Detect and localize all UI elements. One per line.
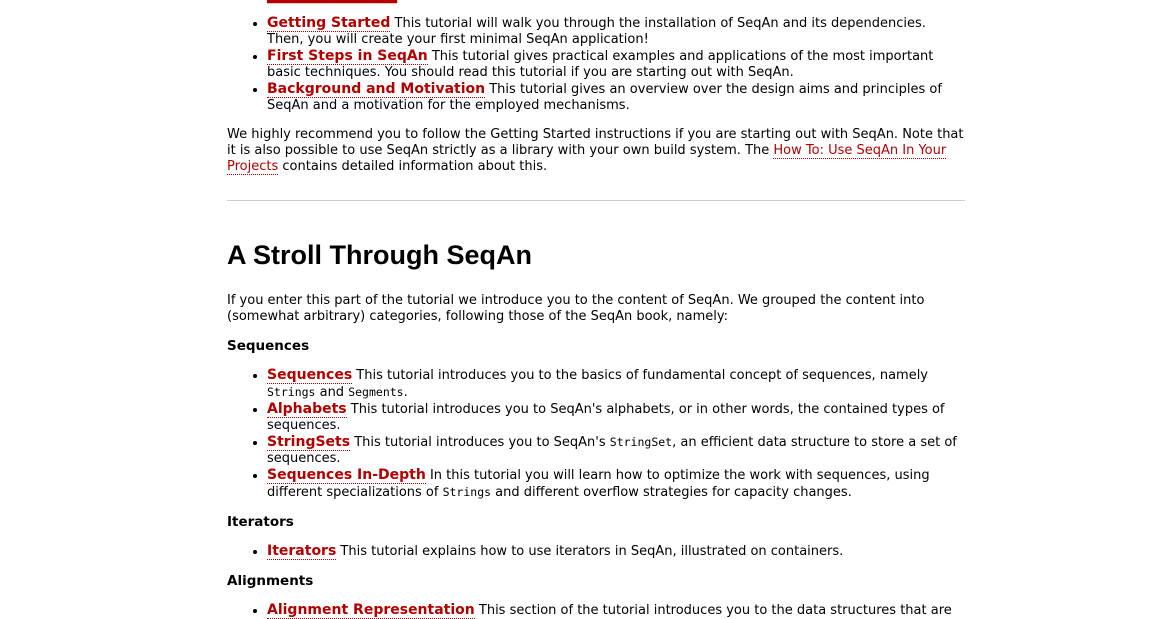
list-item: Iterators This tutorial explains how to … xyxy=(267,543,965,560)
recommend-paragraph: We highly recommend you to follow the Ge… xyxy=(227,126,965,175)
list-item: Alphabets This tutorial introduces you t… xyxy=(267,401,965,434)
list-item: First Steps in SeqAn This tutorial gives… xyxy=(267,48,965,81)
item-description: and xyxy=(315,385,349,400)
item-description: This tutorial introduces you to the basi… xyxy=(352,368,928,383)
clipped-previous-item: ▄▄▄▄▄▄▄▄▄▄▄▄▄ xyxy=(227,0,965,6)
iterators-list: Iterators This tutorial explains how to … xyxy=(227,543,965,560)
link-stringsets[interactable]: StringSets xyxy=(267,434,351,451)
list-item: Getting Started This tutorial will walk … xyxy=(267,15,965,48)
tutorial-content: ▄▄▄▄▄▄▄▄▄▄▄▄▄ Getting Started This tutor… xyxy=(227,0,965,619)
heading-sequences: Sequences xyxy=(227,338,310,354)
code-stringset: StringSet xyxy=(609,435,673,449)
link-alphabets[interactable]: Alphabets xyxy=(267,401,347,418)
link-sequences[interactable]: Sequences xyxy=(267,367,353,384)
link-iterators[interactable]: Iterators xyxy=(267,543,337,560)
link-getting-started[interactable]: Getting Started xyxy=(267,15,391,32)
code-segments: Segments xyxy=(348,385,404,399)
list-item: StringSets This tutorial introduces you … xyxy=(267,434,965,467)
link-background-motivation[interactable]: Background and Motivation xyxy=(267,81,486,98)
item-description: This tutorial introduces you to SeqAn's … xyxy=(267,402,945,433)
list-item: Background and Motivation This tutorial … xyxy=(267,81,965,114)
list-item: Sequences In-Depth In this tutorial you … xyxy=(267,467,965,501)
item-description: . xyxy=(403,385,408,400)
code-strings: Strings xyxy=(442,485,492,499)
stroll-intro-paragraph: If you enter this part of the tutorial w… xyxy=(227,293,925,324)
item-description: This tutorial explains how to use iterat… xyxy=(336,544,844,559)
recommend-text-end: contains detailed information about this… xyxy=(278,159,548,174)
link-sequences-in-depth[interactable]: Sequences In-Depth xyxy=(267,467,426,484)
heading-alignments: Alignments xyxy=(227,573,314,589)
item-description: and different overflow strategies for ca… xyxy=(491,485,852,500)
page-title: A Stroll Through SeqAn xyxy=(227,240,532,270)
code-strings: Strings xyxy=(267,385,316,399)
heading-iterators: Iterators xyxy=(227,514,294,530)
item-description: This tutorial introduces you to SeqAn's xyxy=(350,435,610,450)
sequences-list: Sequences This tutorial introduces you t… xyxy=(227,367,965,501)
list-item: Sequences This tutorial introduces you t… xyxy=(267,367,965,401)
link-first-steps[interactable]: First Steps in SeqAn xyxy=(267,48,428,65)
intro-tutorial-list: Getting Started This tutorial will walk … xyxy=(227,15,965,114)
